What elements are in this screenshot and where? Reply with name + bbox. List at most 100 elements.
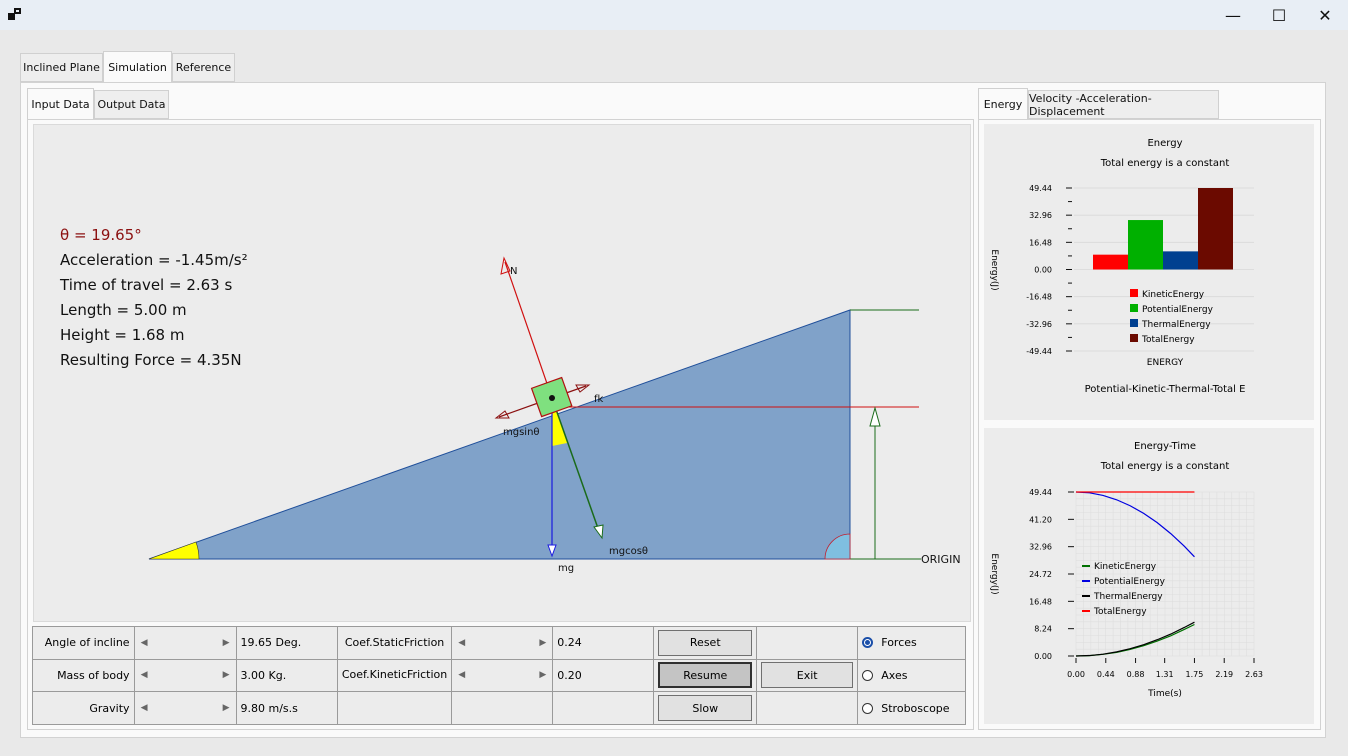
scroll-right-icon[interactable]: ▶	[539, 670, 546, 680]
line-xtick-label: 1.75	[1186, 670, 1204, 679]
kinetic-friction-scrollbar[interactable]: ◀ ▶	[451, 658, 554, 693]
close-button[interactable]: ✕	[1302, 0, 1348, 30]
static-friction-label: Coef.StaticFriction	[336, 626, 453, 660]
radio-unchecked-icon	[862, 669, 874, 681]
legend-label-ThermalEnergy: ThermalEnergy	[1141, 320, 1211, 330]
gravity-scrollbar[interactable]: ◀ ▶	[133, 691, 237, 725]
legend-swatch-TotalEnergy	[1130, 334, 1138, 342]
scroll-left-icon[interactable]: ◀	[141, 638, 148, 648]
line-xtick-label: 0.00	[1067, 670, 1085, 679]
bar-TotalEnergy	[1198, 188, 1233, 270]
mass-value: 3.00 Kg.	[235, 658, 338, 693]
tab-input-data[interactable]: Input Data	[27, 88, 94, 120]
tab-reference[interactable]: Reference	[172, 53, 235, 82]
time-readout: Time of travel = 2.63 s	[60, 276, 233, 294]
bar-ytick-label: 16.48	[1029, 238, 1052, 247]
legend-swatch-ThermalEnergy	[1130, 319, 1138, 327]
resume-button[interactable]: Resume	[658, 662, 753, 689]
line-ytick-label: 16.48	[1029, 597, 1052, 606]
bar-PotentialEnergy	[1128, 220, 1163, 270]
bar-chart-footer: Potential-Kinetic-Thermal-Total E	[1085, 384, 1246, 395]
bar-chart-ylabel: Energy(J)	[989, 249, 999, 290]
radio-stroboscope[interactable]: Stroboscope	[862, 702, 961, 715]
line-ytick-label: 24.72	[1029, 570, 1052, 579]
legend-label-KineticEnergy: KineticEnergy	[1094, 562, 1157, 572]
radio-unchecked-icon	[862, 702, 874, 714]
tab-simulation[interactable]: Simulation	[103, 51, 172, 83]
scroll-right-icon[interactable]: ▶	[223, 703, 230, 713]
line-xtick-label: 0.88	[1127, 670, 1145, 679]
force-readout: Resulting Force = 4.35N	[60, 351, 242, 369]
bar-ytick-label: 32.96	[1029, 211, 1052, 220]
bar-chart-subtitle: Total energy is a constant	[1100, 158, 1230, 169]
gravity-label: Gravity	[32, 691, 135, 725]
mass-scrollbar[interactable]: ◀ ▶	[133, 658, 237, 693]
static-friction-value: 0.24	[552, 626, 655, 660]
app-icon	[8, 8, 21, 20]
minimize-button[interactable]: —	[1210, 0, 1256, 30]
legend-swatch-PotentialEnergy	[1130, 304, 1138, 312]
label-mg: mg	[558, 563, 574, 574]
bar-KineticEnergy	[1093, 254, 1128, 270]
scroll-left-icon[interactable]: ◀	[458, 670, 465, 680]
bar-chart-xlabel: ENERGY	[1147, 358, 1184, 368]
line-ytick-label: 32.96	[1029, 543, 1052, 552]
bar-ytick-label: -16.48	[1026, 293, 1052, 302]
tab-output-data[interactable]: Output Data	[94, 90, 169, 119]
bar-ytick-label: 49.44	[1029, 184, 1052, 193]
angle-label: Angle of incline	[32, 626, 135, 660]
energy-bar-chart: Energy Total energy is a constant Energy…	[989, 138, 1254, 395]
scroll-right-icon[interactable]: ▶	[223, 670, 230, 680]
label-mgsin: mgsinθ	[503, 427, 540, 438]
bar-ytick-label: 0.00	[1034, 266, 1052, 275]
line-xtick-label: 2.19	[1215, 670, 1233, 679]
controls-table: Angle of incline ◀ ▶ 19.65 Deg. Coef.Stat…	[32, 626, 966, 725]
scroll-left-icon[interactable]: ◀	[458, 638, 465, 648]
bar-chart-title: Energy	[1147, 138, 1182, 149]
line-xtick-label: 0.44	[1097, 670, 1115, 679]
label-N: N	[510, 266, 517, 277]
radio-checked-icon	[862, 637, 874, 649]
incline-diagram: N fk mgsinθ mgcosθ mg ORIGIN	[148, 256, 961, 574]
static-friction-scrollbar[interactable]: ◀ ▶	[451, 626, 554, 660]
label-fk: fk	[594, 394, 604, 405]
line-chart-subtitle: Total energy is a constant	[1100, 461, 1230, 472]
line-ytick-label: 49.44	[1029, 488, 1052, 497]
scroll-right-icon[interactable]: ▶	[223, 638, 230, 648]
tab-inclined-plane[interactable]: Inclined Plane	[20, 53, 103, 82]
radio-stroboscope-label: Stroboscope	[881, 701, 950, 715]
line-chart-ylabel: Energy(J)	[989, 553, 999, 594]
legend-label-PotentialEnergy: PotentialEnergy	[1142, 305, 1214, 315]
scroll-right-icon[interactable]: ▶	[539, 638, 546, 648]
legend-label-PotentialEnergy: PotentialEnergy	[1094, 577, 1166, 587]
tab-velocity-acceleration-displacement[interactable]: Velocity -Acceleration-Displacement	[1028, 90, 1219, 119]
angle-scrollbar[interactable]: ◀ ▶	[133, 626, 237, 660]
label-origin: ORIGIN	[921, 553, 961, 566]
scroll-left-icon[interactable]: ◀	[141, 703, 148, 713]
line-xtick-label: 2.63	[1245, 670, 1263, 679]
radio-axes[interactable]: Axes	[862, 669, 961, 682]
bar-ytick-label: -32.96	[1026, 320, 1052, 329]
slow-button[interactable]: Slow	[658, 695, 753, 722]
exit-button[interactable]: Exit	[761, 662, 854, 689]
line-chart-title: Energy-Time	[1134, 441, 1196, 452]
radio-forces[interactable]: Forces	[862, 636, 961, 649]
angle-value: 19.65 Deg.	[235, 626, 338, 660]
kinetic-friction-label: Coef.KineticFriction	[336, 658, 453, 693]
radio-forces-label: Forces	[881, 636, 917, 650]
acceleration-readout: Acceleration = -1.45m/s²	[60, 251, 248, 269]
bar-ThermalEnergy	[1163, 251, 1198, 270]
tab-energy[interactable]: Energy	[978, 88, 1028, 120]
line-ytick-label: 41.20	[1029, 515, 1052, 524]
line-chart-xlabel: Time(s)	[1147, 689, 1182, 699]
legend-swatch-KineticEnergy	[1130, 289, 1138, 297]
height-readout: Height = 1.68 m	[60, 326, 185, 344]
line-ytick-label: 0.00	[1034, 652, 1052, 661]
gravity-value: 9.80 m/s.s	[235, 691, 338, 725]
scroll-left-icon[interactable]: ◀	[141, 670, 148, 680]
reset-button[interactable]: Reset	[658, 629, 753, 656]
legend-label-ThermalEnergy: ThermalEnergy	[1093, 592, 1163, 602]
maximize-button[interactable]: ☐	[1256, 0, 1302, 30]
title-bar	[0, 0, 1348, 30]
radio-axes-label: Axes	[881, 668, 908, 682]
